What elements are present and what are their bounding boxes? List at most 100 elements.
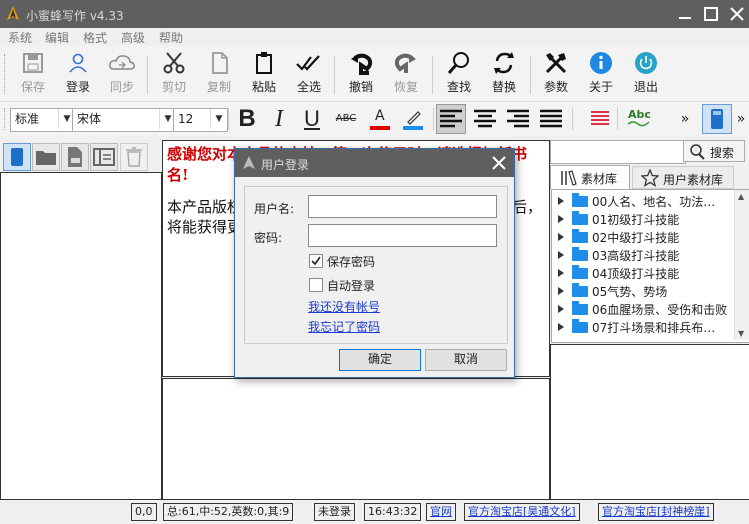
more-tools-button[interactable]: » [670, 104, 700, 134]
register-link[interactable]: 我还没有帐号 [308, 298, 380, 315]
search-button[interactable]: 搜索 [683, 140, 745, 162]
tree-item-label: 02中级打斗技能 [592, 231, 680, 245]
official-site-link[interactable]: 官网 [426, 503, 456, 521]
double-check-icon [296, 55, 320, 71]
tree-item[interactable]: 00人名、地名、功法… [558, 193, 715, 211]
expand-arrow-icon [558, 197, 564, 205]
tree-item[interactable]: 07打斗场景和排兵布… [558, 319, 715, 337]
underline-button[interactable]: U [297, 104, 327, 134]
select-all-button[interactable]: 全选 [289, 51, 329, 99]
library-scrollbar[interactable]: ▲ ▼ [734, 190, 749, 340]
close-button[interactable] [722, 3, 749, 25]
folder-icon [572, 265, 588, 279]
notes-area[interactable] [162, 378, 550, 500]
replace-button[interactable]: 替换 [484, 51, 524, 99]
tab-user-library[interactable]: 用户素材库 [632, 166, 734, 189]
redo-button[interactable]: 恢复 [386, 51, 426, 99]
about-button[interactable]: 关于 [581, 51, 621, 99]
sync-button[interactable]: 同步 [102, 51, 142, 99]
close-icon[interactable] [487, 151, 511, 175]
ok-button[interactable]: 确定 [339, 349, 421, 371]
folder-icon [572, 247, 588, 261]
open-folder-button[interactable] [32, 143, 60, 171]
dialog-title-bar[interactable]: 用户登录 [235, 149, 514, 177]
copy-button[interactable]: 复制 [199, 51, 239, 99]
scroll-down-icon: ▼ [738, 329, 745, 338]
library-icon [561, 170, 577, 186]
align-right-button[interactable] [503, 104, 533, 134]
cut-button[interactable]: 剪切 [154, 51, 194, 99]
tree-item[interactable]: 04顶级打斗技能 [558, 265, 679, 283]
save-password-checkbox[interactable] [309, 254, 323, 268]
library-search-input[interactable] [550, 140, 686, 164]
book-view-button[interactable] [702, 104, 732, 134]
exit-button[interactable]: 退出 [626, 51, 666, 99]
size-select-value: 12 [178, 112, 194, 126]
tree-item[interactable]: 06血腥场景、受伤和击败 [558, 301, 727, 319]
save-password-label[interactable]: 保存密码 [327, 253, 375, 270]
paste-button[interactable]: 粘贴 [244, 51, 284, 99]
outline-icon [93, 148, 115, 166]
save-button[interactable]: 保存 [13, 51, 53, 99]
menu-help[interactable]: 帮助 [159, 29, 183, 46]
redo-label: 恢复 [393, 80, 418, 94]
login-button[interactable]: 登录 [58, 51, 98, 99]
font-color-button[interactable]: A [365, 104, 395, 134]
tree-item-label: 01初级打斗技能 [592, 213, 680, 227]
justify-icon [540, 109, 562, 128]
menu-format[interactable]: 格式 [83, 29, 107, 46]
tree-item-label: 07打斗场景和排兵布… [592, 321, 716, 335]
book-icon [711, 109, 723, 129]
tree-item[interactable]: 02中级打斗技能 [558, 229, 679, 247]
clipboard-icon [256, 52, 272, 74]
paste-label: 粘贴 [251, 80, 276, 94]
menu-edit[interactable]: 编辑 [45, 29, 69, 46]
document-icon [68, 147, 82, 167]
params-label: 参数 [543, 80, 568, 94]
auto-login-checkbox[interactable] [309, 278, 323, 292]
document-button[interactable] [61, 143, 89, 171]
delete-button[interactable] [120, 143, 148, 171]
highlight-color-button[interactable] [398, 104, 428, 134]
username-input[interactable] [308, 195, 497, 218]
tree-item[interactable]: 01初级打斗技能 [558, 211, 679, 229]
cancel-button[interactable]: 取消 [425, 349, 507, 371]
expand-arrow-icon [558, 287, 564, 295]
library-tree[interactable]: 00人名、地名、功法… 01初级打斗技能 02中级打斗技能 03高级打斗技能 0… [551, 189, 749, 343]
params-button[interactable]: 参数 [536, 51, 576, 99]
shop-link-1[interactable]: 官方淘宝店[昊通文化] [464, 503, 580, 521]
strikethrough-button[interactable]: ABC [331, 104, 361, 134]
list-format-button[interactable] [585, 104, 615, 134]
tree-item[interactable]: 05气势、势场 [558, 283, 667, 301]
size-select[interactable]: 12 ▼ [173, 108, 228, 132]
material-preview[interactable] [550, 344, 749, 500]
menu-system[interactable]: 系统 [8, 29, 32, 46]
undo-button[interactable]: 撤销 [341, 51, 381, 99]
book-tree-panel[interactable] [0, 172, 162, 500]
shop-link-2[interactable]: 官方淘宝店[封神榜崖] [598, 503, 714, 521]
menu-advanced[interactable]: 高级 [121, 29, 145, 46]
font-select[interactable]: 宋体 ▼ [72, 108, 177, 132]
sync-label: 同步 [109, 80, 134, 94]
justify-button[interactable] [536, 104, 566, 134]
forgot-password-link[interactable]: 我忘记了密码 [308, 318, 380, 335]
spell-check-button[interactable]: Abc [625, 104, 655, 134]
align-center-button[interactable] [470, 104, 500, 134]
more-format-button[interactable]: » [733, 104, 749, 134]
align-left-button[interactable] [436, 104, 466, 134]
outline-button[interactable] [90, 143, 118, 171]
find-button[interactable]: 查找 [439, 51, 479, 99]
bold-button[interactable]: B [232, 104, 262, 134]
italic-button[interactable]: I [264, 104, 294, 134]
app-logo-icon [243, 156, 255, 169]
tab-library[interactable]: 素材库 [550, 165, 630, 189]
book-list-button[interactable] [3, 143, 31, 171]
chevron-down-icon: ▼ [210, 109, 227, 129]
password-input[interactable] [308, 224, 497, 247]
style-select[interactable]: 标准 ▼ [10, 108, 76, 132]
auto-login-label[interactable]: 自动登录 [327, 277, 375, 294]
list-icon [591, 111, 609, 125]
folder-icon [36, 151, 56, 165]
tree-item[interactable]: 03高级打斗技能 [558, 247, 679, 265]
folder-icon [572, 229, 588, 243]
